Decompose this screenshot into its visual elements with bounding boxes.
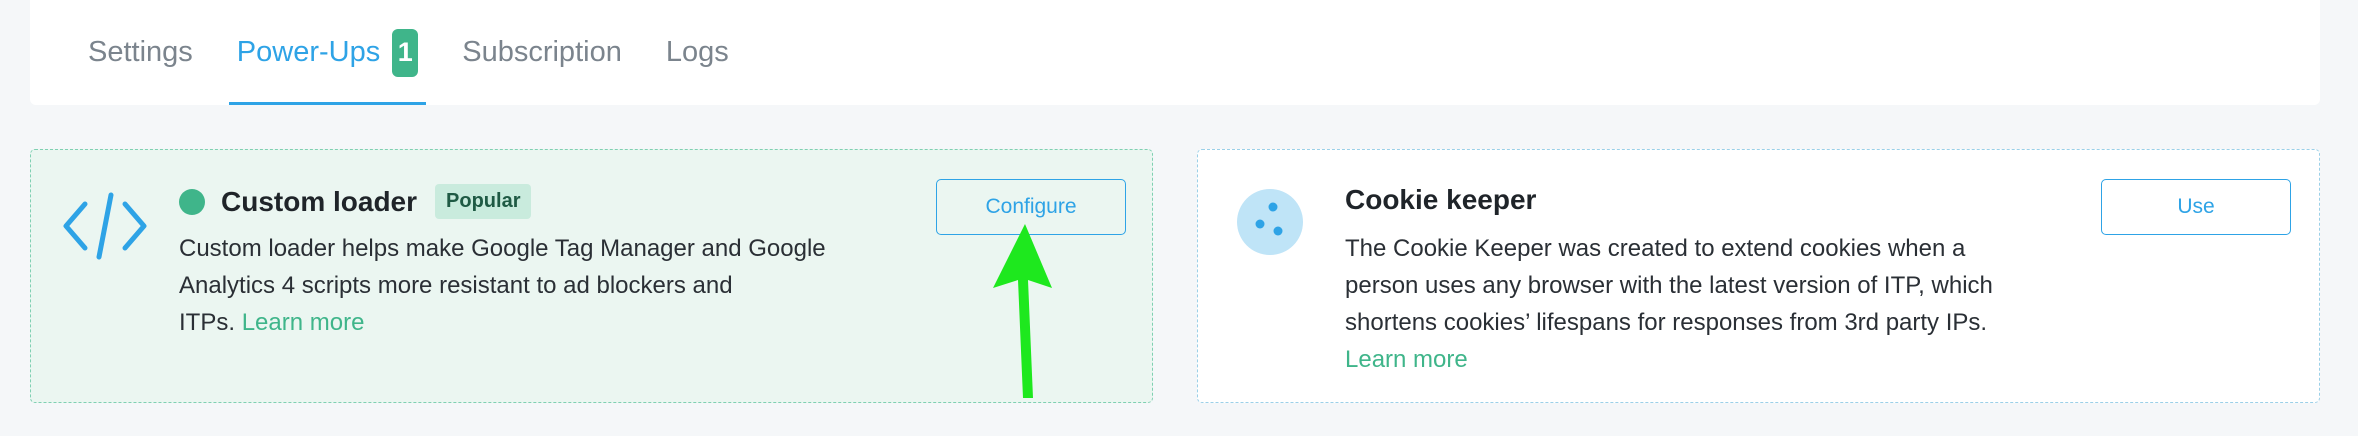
tab-power-ups-count-badge: 1 [392,28,419,77]
tab-power-ups-label: Power-Ups [236,36,381,68]
description-line-text: ITPs. [179,309,236,336]
description-line: Custom loader helps make Google Tag Mana… [179,235,826,262]
card-description: Custom loader helps make Google Tag Mana… [179,230,826,341]
description-line: shortens cookies’ lifespans for response… [1345,309,1988,336]
tab-bar: Settings Power-Ups 1 Subscription Logs [30,0,2320,105]
cookie-icon [1236,188,1304,261]
status-active-dot [179,188,205,215]
tab-subscription-label: Subscription [462,36,622,68]
card-title: Custom loader [221,185,418,217]
tab-settings-label: Settings [88,36,193,68]
power-up-card-cookie-keeper: Cookie keeper The Cookie Keeper was crea… [1197,149,2320,403]
learn-more-row: Learn more [1345,341,1993,378]
code-icon [61,190,149,267]
tab-logs[interactable]: Logs [658,0,737,105]
description-line: person uses any browser with the latest … [1345,272,1993,299]
description-line: Analytics 4 scripts more resistant to ad… [179,272,733,299]
learn-more-link[interactable]: Learn more [1345,346,1468,373]
tabs: Settings Power-Ups 1 Subscription Logs [80,0,765,105]
power-up-card-custom-loader: Custom loader Popular Custom loader help… [30,149,1153,403]
learn-more-link[interactable]: Learn more [242,309,365,336]
card-title: Cookie keeper [1345,184,1537,215]
tab-subscription[interactable]: Subscription [454,0,630,105]
card-title-row: Cookie keeper [1345,184,1536,216]
description-line: The Cookie Keeper was created to extend … [1345,235,1966,262]
tab-settings[interactable]: Settings [80,0,201,105]
card-description: The Cookie Keeper was created to extend … [1345,230,1993,378]
annotation-arrow-icon [990,222,1060,407]
use-button[interactable]: Use [2101,179,2291,235]
description-line-last: ITPs. Learn more [179,304,826,341]
card-title-row: Custom loader Popular [179,184,532,219]
tab-logs-label: Logs [665,36,729,68]
popular-badge: Popular [435,184,532,219]
tab-power-ups[interactable]: Power-Ups 1 [228,0,427,105]
